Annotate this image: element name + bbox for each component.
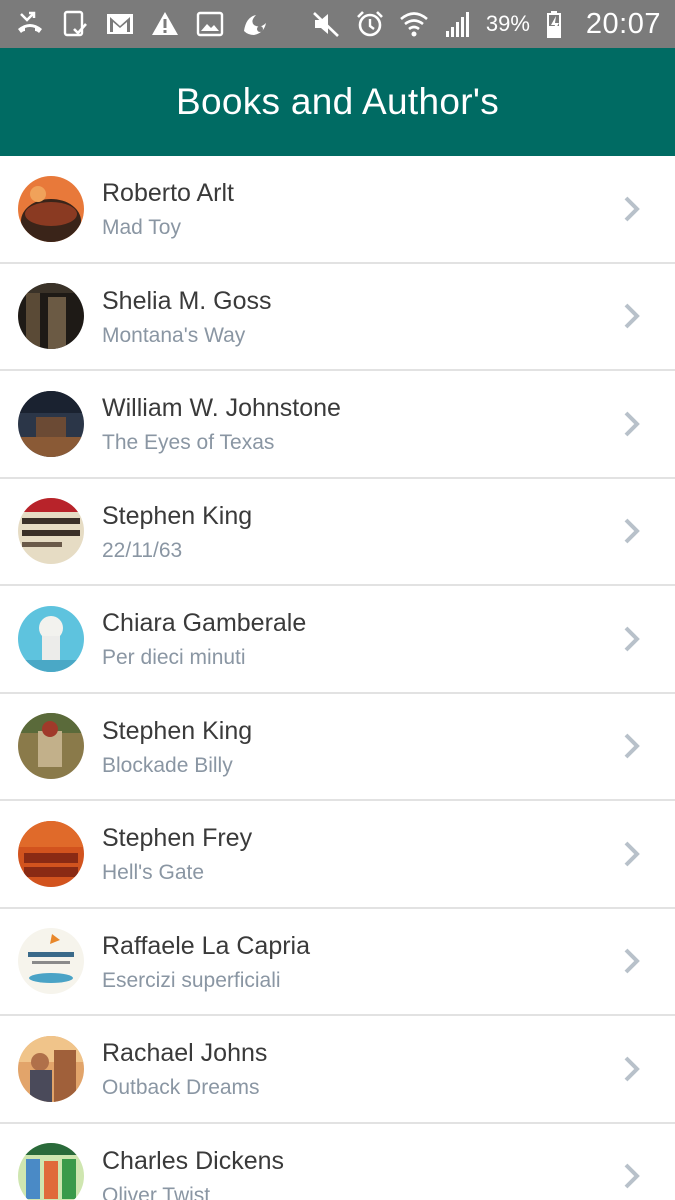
- book-title: Blockade Billy: [102, 753, 233, 777]
- book-cover-avatar: [18, 820, 84, 887]
- book-cover-avatar: [18, 390, 84, 457]
- list-item-text: Raffaele La Capria Esercizi superficiali: [102, 931, 310, 995]
- gmail-icon: [104, 8, 136, 40]
- book-title: Mad Toy: [102, 216, 181, 239]
- list-item[interactable]: Stephen King Blockade Billy: [0, 693, 675, 801]
- chevron-right-icon: [623, 732, 641, 760]
- page-title: Books and Author's: [175, 81, 500, 122]
- book-cover-avatar: [18, 175, 84, 242]
- list-item[interactable]: Charles Dickens Oliver Twist: [0, 1123, 675, 1200]
- chevron-right-icon: [623, 302, 641, 330]
- book-title: Per dieci minuti: [102, 646, 246, 669]
- list-item[interactable]: Roberto Arlt Mad Toy: [0, 156, 675, 264]
- author-name: Stephen King: [102, 716, 253, 745]
- notification-icons: [14, 8, 271, 40]
- book-title: Outback Dreams: [102, 1076, 260, 1099]
- clipboard-check-icon: [59, 8, 91, 40]
- author-name: Stephen Frey: [102, 824, 253, 852]
- book-title: Oliver Twist: [102, 1183, 211, 1200]
- author-name: Shelia M. Goss: [102, 286, 272, 315]
- book-cover-avatar: [18, 498, 84, 565]
- book-cover-avatar: [18, 928, 84, 995]
- list-item-text: Stephen King 22/11/63: [102, 501, 252, 565]
- author-name: Charles Dickens: [102, 1146, 285, 1175]
- list-item-text: Charles Dickens Oliver Twist: [102, 1146, 284, 1200]
- clock: 20:07: [585, 7, 661, 40]
- list-item[interactable]: Chiara Gamberale Per dieci minuti: [0, 586, 675, 694]
- warning-icon: [149, 8, 181, 40]
- uc-browser-icon: [239, 8, 271, 40]
- battery-percent: 39%: [485, 11, 530, 36]
- chevron-right-icon: [623, 625, 641, 653]
- image-icon: [194, 8, 226, 40]
- chevron-right-icon: [623, 517, 641, 545]
- author-name: Raffaele La Capria: [102, 931, 311, 960]
- list-item-text: Rachael Johns Outback Dreams: [102, 1038, 267, 1102]
- chevron-right-icon: [623, 195, 641, 223]
- list-item-text: Roberto Arlt Mad Toy: [102, 178, 234, 242]
- book-cover-avatar: [18, 1143, 84, 1200]
- battery-charging-icon: [542, 8, 574, 40]
- book-cover-avatar: [18, 283, 84, 350]
- book-cover-avatar: [18, 713, 84, 780]
- list-item-text: William W. Johnstone The Eyes of Texas: [102, 393, 341, 457]
- mute-icon: [310, 8, 342, 40]
- books-list[interactable]: Roberto Arlt Mad Toy Shelia M. Goss Mont…: [0, 156, 675, 1200]
- wifi-icon: [398, 8, 430, 40]
- book-cover-avatar: [18, 605, 84, 672]
- book-title: Montana's Way: [102, 323, 246, 347]
- status-bar: 39% 20:07: [0, 0, 675, 48]
- chevron-right-icon: [623, 947, 641, 975]
- author-name: Rachael Johns: [102, 1039, 268, 1067]
- list-item-text: Shelia M. Goss Montana's Way: [102, 286, 272, 350]
- list-item[interactable]: Shelia M. Goss Montana's Way: [0, 263, 675, 371]
- list-item[interactable]: Stephen King 22/11/63: [0, 478, 675, 586]
- book-cover-avatar: [18, 1035, 84, 1102]
- author-name: William W. Johnstone: [102, 394, 341, 422]
- chevron-right-icon: [623, 1055, 641, 1083]
- list-item[interactable]: Stephen Frey Hell's Gate: [0, 801, 675, 909]
- author-name: Roberto Arlt: [102, 179, 235, 207]
- chevron-right-icon: [623, 840, 641, 868]
- signal-icon: [442, 8, 474, 40]
- book-title: Esercizi superficiali: [102, 968, 281, 992]
- book-title: Hell's Gate: [102, 861, 205, 884]
- list-item[interactable]: Rachael Johns Outback Dreams: [0, 1016, 675, 1124]
- author-name: Chiara Gamberale: [102, 609, 307, 637]
- list-item-text: Stephen Frey Hell's Gate: [102, 823, 252, 887]
- book-title: 22/11/63: [102, 538, 183, 562]
- chevron-right-icon: [623, 410, 641, 438]
- app-bar: Books and Author's: [0, 48, 675, 156]
- chevron-right-icon: [623, 1162, 641, 1190]
- alarm-icon: [354, 8, 386, 40]
- list-item-text: Stephen King Blockade Billy: [102, 716, 252, 780]
- list-item-text: Chiara Gamberale Per dieci minuti: [102, 608, 306, 672]
- author-name: Stephen King: [102, 501, 253, 530]
- list-item[interactable]: William W. Johnstone The Eyes of Texas: [0, 371, 675, 479]
- system-status: 39% 20:07: [310, 8, 661, 41]
- missed-call-icon: [14, 8, 46, 40]
- book-title: The Eyes of Texas: [102, 431, 275, 454]
- list-item[interactable]: Raffaele La Capria Esercizi superficiali: [0, 908, 675, 1016]
